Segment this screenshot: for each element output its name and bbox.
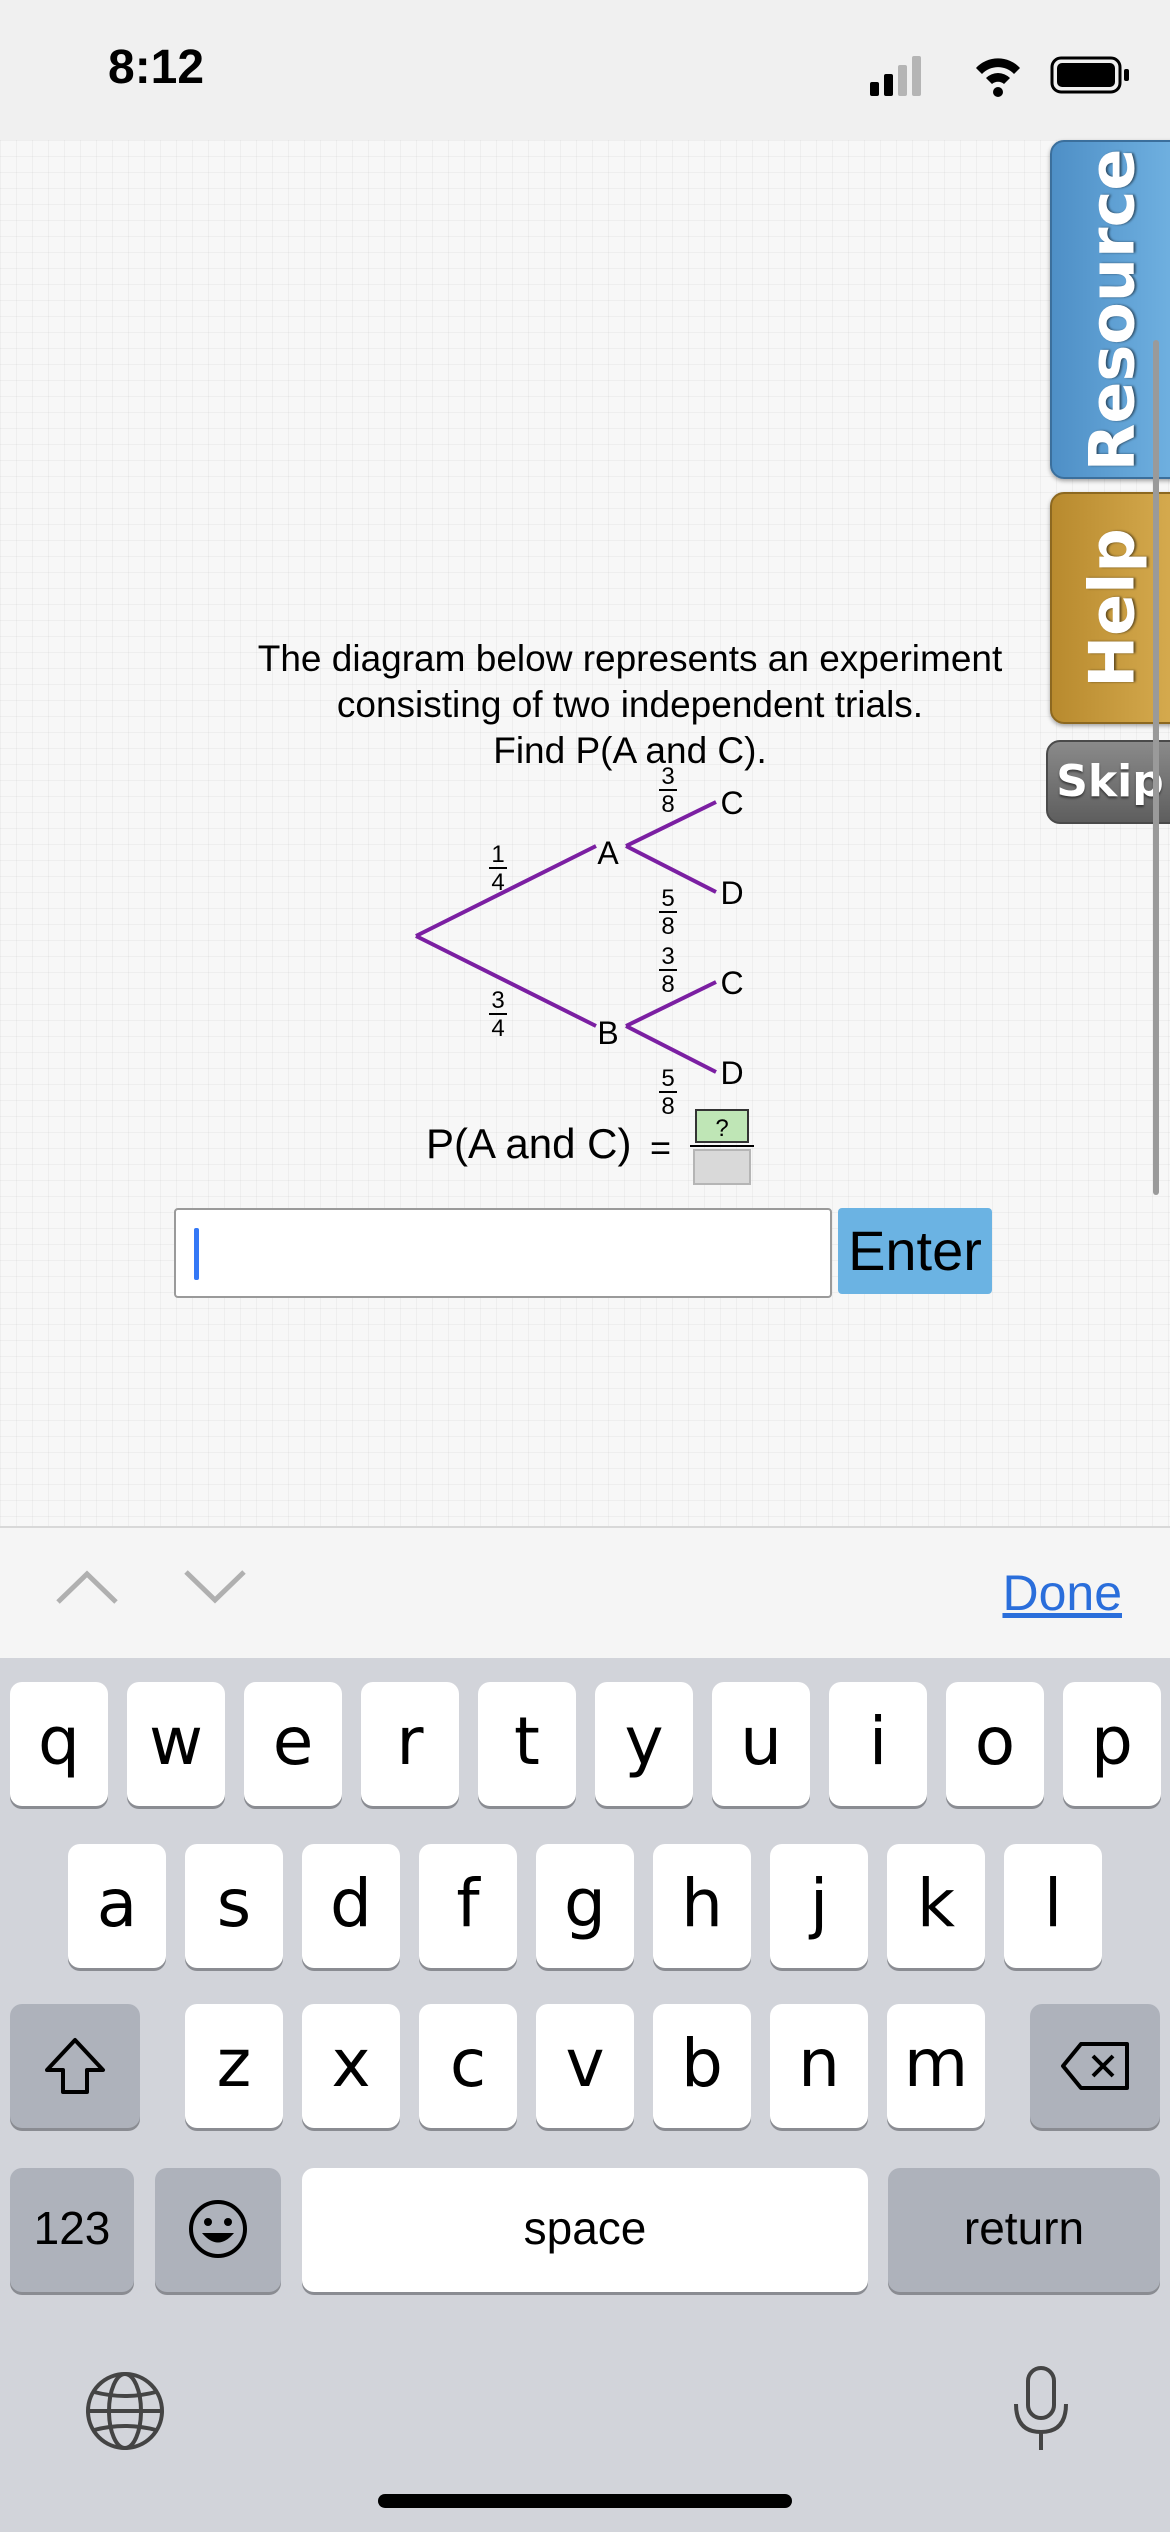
prob-first-a-numerator: 1	[491, 841, 504, 868]
key-b[interactable]: b	[653, 2004, 751, 2128]
leaf-label-b-d: D	[720, 1055, 743, 1091]
key-v[interactable]: v	[536, 2004, 634, 2128]
prob-first-b-numerator: 3	[491, 987, 504, 1014]
text-cursor	[194, 1228, 199, 1280]
chevron-up-icon[interactable]	[54, 1564, 120, 1608]
node-label-a: A	[597, 835, 619, 871]
key-x[interactable]: x	[302, 2004, 400, 2128]
key-r[interactable]: r	[361, 1682, 459, 1806]
probability-tree-diagram: A14B34C38D58C38D58 P(A and C) = ?	[415, 763, 754, 1185]
key-m[interactable]: m	[887, 2004, 985, 2128]
key-t[interactable]: t	[478, 1682, 576, 1806]
branch-root-a	[415, 844, 597, 938]
return-key[interactable]: return	[888, 2168, 1160, 2292]
keyboard: qwertyuiop asdfghjkl zxcvbnm 123 space r…	[0, 1658, 1170, 2532]
leaf-label-a-c: C	[720, 785, 743, 821]
answer-denominator-box	[693, 1149, 751, 1185]
key-l[interactable]: l	[1004, 1844, 1102, 1968]
microphone-icon[interactable]	[1006, 2364, 1076, 2456]
prob-a-c-numerator: 3	[661, 763, 674, 790]
key-p[interactable]: p	[1063, 1682, 1161, 1806]
key-i[interactable]: i	[829, 1682, 927, 1806]
key-y[interactable]: y	[595, 1682, 693, 1806]
emoji-key[interactable]	[155, 2168, 281, 2292]
prob-b-c-denominator: 8	[661, 971, 674, 998]
shift-key[interactable]	[10, 2004, 140, 2128]
key-a[interactable]: a	[68, 1844, 166, 1968]
space-key[interactable]: space	[302, 2168, 868, 2292]
key-c[interactable]: c	[419, 2004, 517, 2128]
numbers-key[interactable]: 123	[10, 2168, 134, 2292]
shift-icon	[45, 2038, 105, 2094]
prob-a-c-denominator: 8	[661, 791, 674, 818]
equation-equals: =	[650, 1127, 671, 1168]
key-s[interactable]: s	[185, 1844, 283, 1968]
key-g[interactable]: g	[536, 1844, 634, 1968]
key-u[interactable]: u	[712, 1682, 810, 1806]
branch-root-b	[415, 934, 597, 1028]
equation-label: P(A and C)	[426, 1120, 631, 1167]
key-j[interactable]: j	[770, 1844, 868, 1968]
chevron-down-icon[interactable]	[182, 1564, 248, 1608]
backspace-key[interactable]	[1030, 2004, 1160, 2128]
node-label-b: B	[597, 1015, 618, 1051]
done-button[interactable]: Done	[1002, 1564, 1122, 1622]
answer-numerator-placeholder: ?	[715, 1115, 728, 1142]
answer-input[interactable]	[174, 1208, 832, 1298]
key-d[interactable]: d	[302, 1844, 400, 1968]
prob-a-d-denominator: 8	[661, 913, 674, 940]
key-o[interactable]: o	[946, 1682, 1044, 1806]
backspace-icon	[1061, 2042, 1129, 2090]
key-w[interactable]: w	[127, 1682, 225, 1806]
keyboard-toolbar: Done	[0, 1526, 1170, 1660]
emoji-icon	[189, 2200, 247, 2258]
prob-a-d-numerator: 5	[661, 885, 674, 912]
key-h[interactable]: h	[653, 1844, 751, 1968]
equation: P(A and C) = ?	[426, 1109, 754, 1185]
globe-icon[interactable]	[84, 2370, 166, 2452]
enter-button[interactable]: Enter	[838, 1208, 992, 1294]
prob-first-a-denominator: 4	[491, 869, 504, 896]
prob-b-c-numerator: 3	[661, 943, 674, 970]
prob-b-d-numerator: 5	[661, 1065, 674, 1092]
key-k[interactable]: k	[887, 1844, 985, 1968]
key-n[interactable]: n	[770, 2004, 868, 2128]
key-f[interactable]: f	[419, 1844, 517, 1968]
leaf-label-b-c: C	[720, 965, 743, 1001]
prob-b-d-denominator: 8	[661, 1093, 674, 1120]
key-z[interactable]: z	[185, 2004, 283, 2128]
prob-first-b-denominator: 4	[491, 1015, 504, 1042]
key-e[interactable]: e	[244, 1682, 342, 1806]
leaf-label-a-d: D	[720, 875, 743, 911]
key-q[interactable]: q	[10, 1682, 108, 1806]
home-indicator	[378, 2494, 792, 2508]
